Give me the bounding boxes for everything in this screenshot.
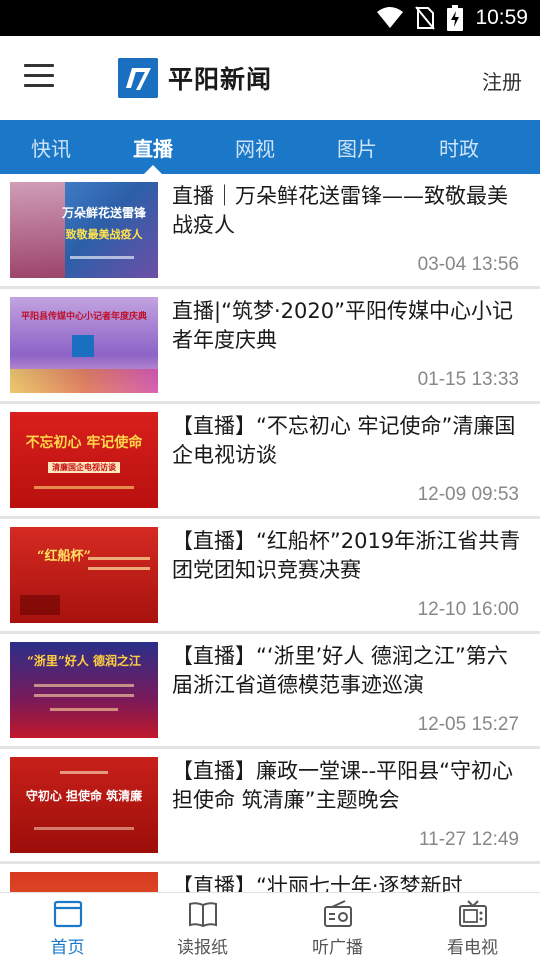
tab-shizheng[interactable]: 时政 [408,120,510,174]
news-date: 12-09 09:53 [417,484,519,505]
bottom-nav: 首页 读报纸 听广播 看电视 [0,892,540,960]
news-item[interactable]: “浙里”好人 德润之江 【直播】“‘浙里’好人 德润之江”第六届浙江省道德模范事… [0,634,540,749]
app-title: 平阳新闻 [168,65,273,94]
tv-icon [458,900,487,927]
nav-home[interactable]: 首页 [0,893,135,960]
book-icon [188,902,217,928]
news-list[interactable]: 万朵鲜花送雷锋 致敬最美战疫人 直播｜万朵鲜花送雷锋——致敬最美战疫人 03-0… [0,174,540,892]
nav-newspaper-label: 读报纸 [177,938,228,958]
radio-icon [323,900,352,927]
news-date: 11-27 12:49 [418,829,519,850]
category-tabs: 快讯 直播 网视 图片 时政 [0,120,540,174]
nav-tv-label: 看电视 [447,938,498,958]
news-thumbnail: 万朵鲜花送雷锋 致敬最美战疫人 [10,182,158,278]
news-title[interactable]: 【直播】“不忘初心 牢记使命”清廉国企电视访谈 [172,412,524,470]
app-logo: 平阳新闻 [118,58,272,98]
tab-wangshi[interactable]: 网视 [204,120,306,174]
news-item[interactable]: 平阳县传媒中心小记者年度庆典 直播|“筑梦·2020”平阳传媒中心小记者年度庆典… [0,289,540,404]
news-date: 01-15 13:33 [417,369,519,390]
news-title[interactable]: 直播|“筑梦·2020”平阳传媒中心小记者年度庆典 [172,297,524,355]
news-thumbnail [10,872,158,892]
logo-icon [118,58,158,98]
menu-button[interactable] [24,64,56,90]
news-title[interactable]: 【直播】“壮丽七十年·逐梦新时 [172,872,524,892]
status-icons: 10:59 [377,0,528,36]
news-thumbnail: “红船杯” [10,527,158,623]
news-item[interactable]: 【直播】“壮丽七十年·逐梦新时 [0,864,540,892]
tab-kuaixun[interactable]: 快讯 [0,120,102,174]
nav-newspaper[interactable]: 读报纸 [135,893,270,960]
wifi-icon [377,7,404,28]
app-header: 平阳新闻 注册 [0,36,540,120]
news-thumbnail: 守初心 担使命 筑清廉 [10,757,158,853]
news-thumbnail: 平阳县传媒中心小记者年度庆典 [10,297,158,393]
news-title[interactable]: 【直播】廉政一堂课--平阳县“守初心 担使命 筑清廉”主题晚会 [172,757,524,815]
no-sim-icon [415,6,436,30]
news-date: 12-05 15:27 [417,714,519,735]
news-item[interactable]: “红船杯” 【直播】“红船杯”2019年浙江省共青团党团知识竞赛决赛 12-10… [0,519,540,634]
nav-tv[interactable]: 看电视 [405,893,540,960]
nav-home-label: 首页 [50,938,85,958]
news-date: 03-04 13:56 [417,254,519,275]
menu-icon [24,64,54,67]
news-item[interactable]: 守初心 担使命 筑清廉 【直播】廉政一堂课--平阳县“守初心 担使命 筑清廉”主… [0,749,540,864]
news-item[interactable]: 万朵鲜花送雷锋 致敬最美战疫人 直播｜万朵鲜花送雷锋——致敬最美战疫人 03-0… [0,174,540,289]
battery-charging-icon [447,5,464,31]
news-thumbnail: 不忘初心 牢记使命 清廉国企电视访谈 [10,412,158,508]
news-thumbnail: “浙里”好人 德润之江 [10,642,158,738]
news-title[interactable]: 【直播】“红船杯”2019年浙江省共青团党团知识竞赛决赛 [172,527,524,585]
clock: 10:59 [475,6,528,29]
status-bar: 10:59 [0,0,540,36]
register-link[interactable]: 注册 [482,66,522,95]
news-date: 12-10 16:00 [417,599,519,620]
news-title[interactable]: 直播｜万朵鲜花送雷锋——致敬最美战疫人 [172,182,524,240]
tab-tupian[interactable]: 图片 [306,120,408,174]
tab-zhibo[interactable]: 直播 [102,120,204,174]
news-title[interactable]: 【直播】“‘浙里’好人 德润之江”第六届浙江省道德模范事迹巡演 [172,642,524,700]
nav-radio-label: 听广播 [312,938,363,958]
home-icon [53,900,82,928]
nav-radio[interactable]: 听广播 [270,893,405,960]
news-item[interactable]: 不忘初心 牢记使命 清廉国企电视访谈 【直播】“不忘初心 牢记使命”清廉国企电视… [0,404,540,519]
